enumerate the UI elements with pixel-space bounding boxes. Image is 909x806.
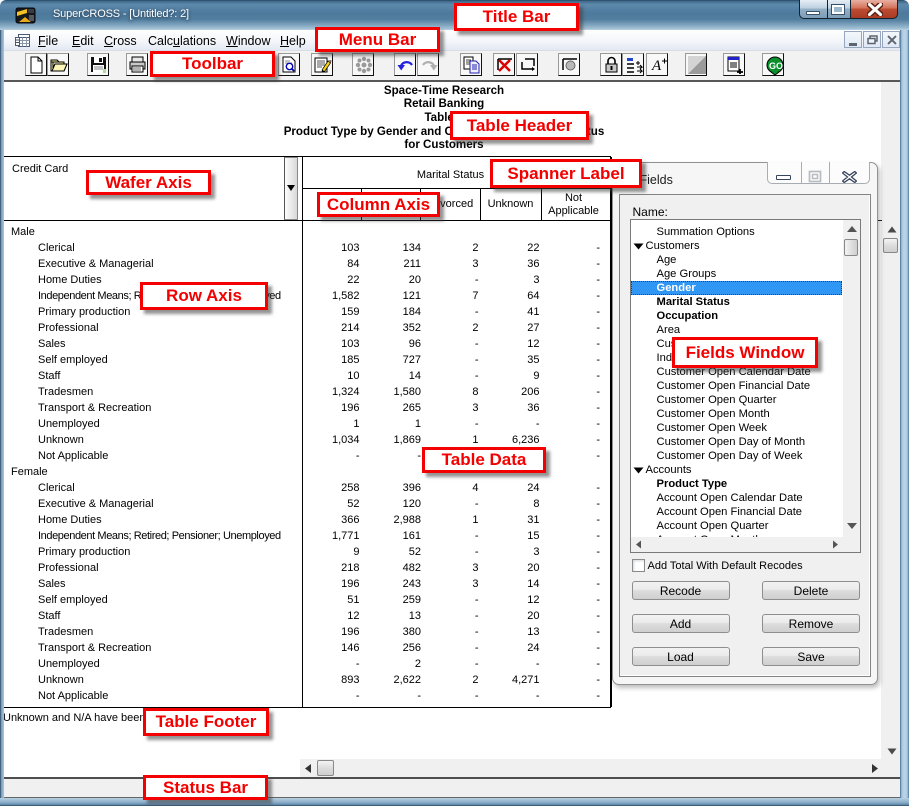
svg-text:GO: GO [769, 61, 783, 71]
svg-text:A: A [651, 58, 662, 74]
